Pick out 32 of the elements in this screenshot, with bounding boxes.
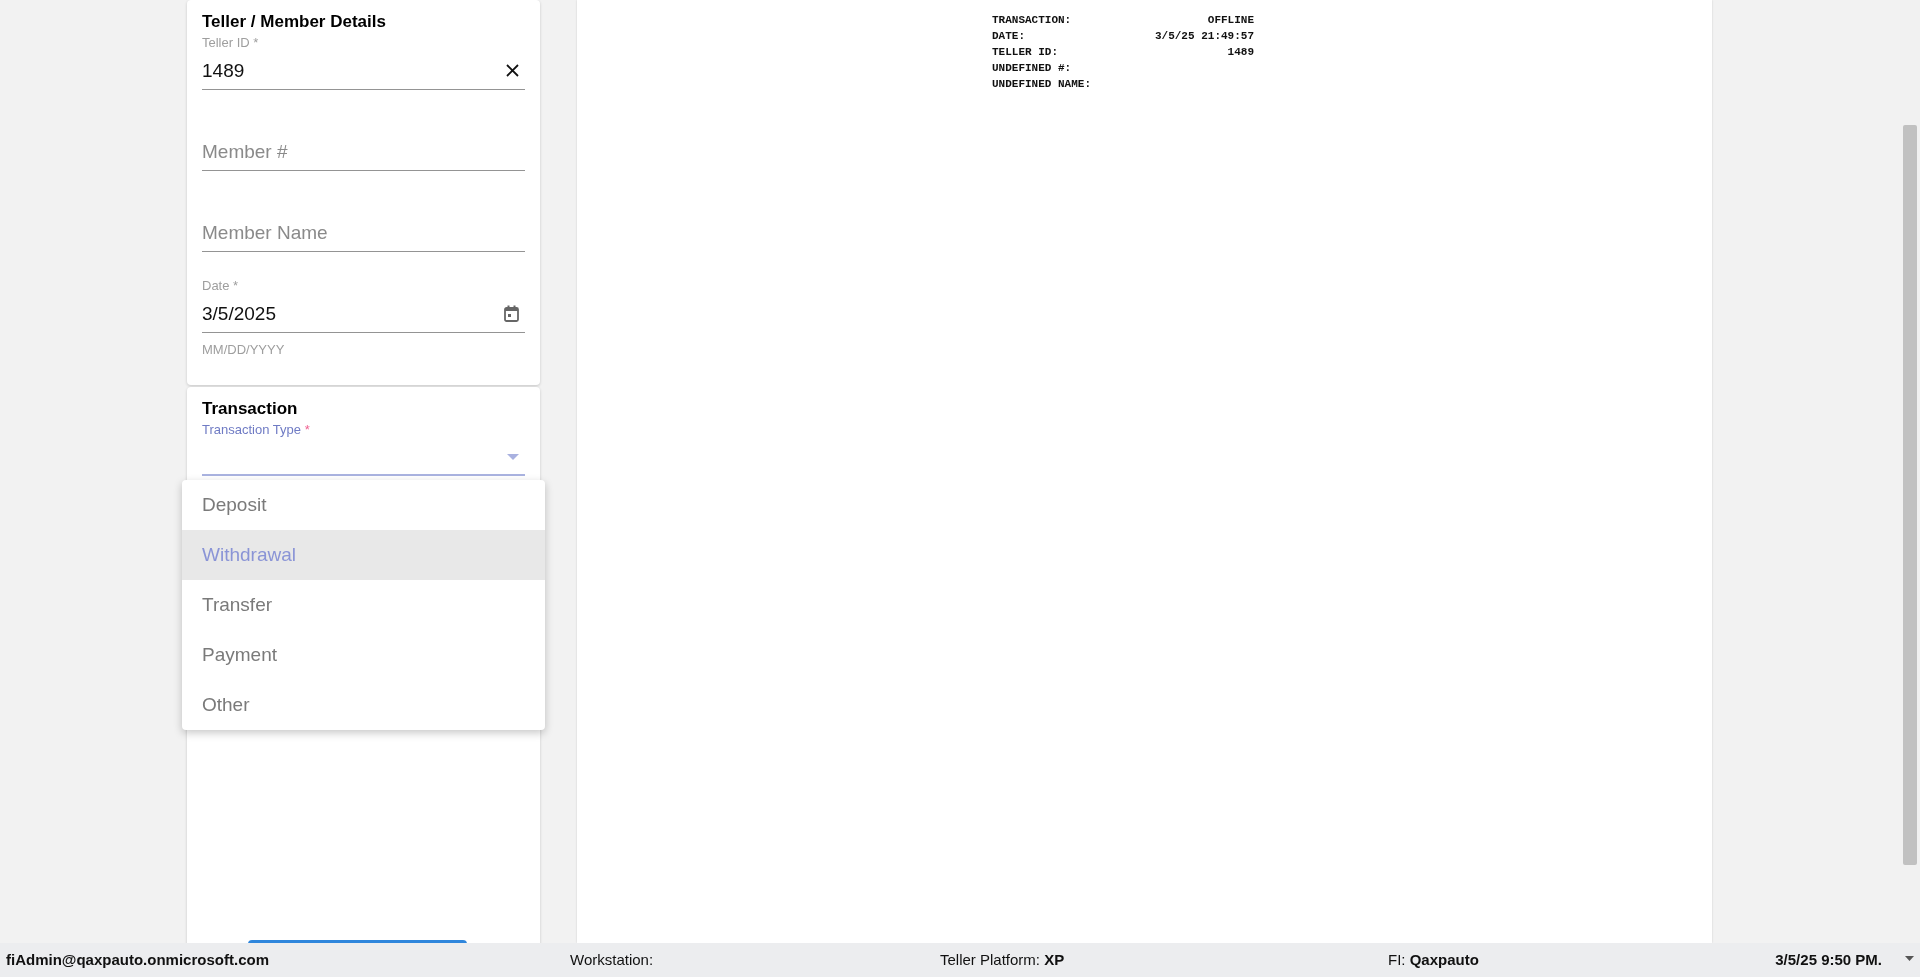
field-label: Date *	[202, 278, 239, 293]
receipt-label: DATE:	[992, 29, 1025, 44]
menu-item[interactable]: Withdrawal	[182, 530, 545, 580]
platform-label: Teller Platform: XP	[940, 951, 1065, 968]
input-field[interactable]: 1489	[202, 52, 525, 90]
receipt-value: OFFLINE	[1207, 13, 1254, 28]
input-field[interactable]: Member Name	[202, 214, 525, 252]
input-field[interactable]: 3/5/2025	[202, 295, 525, 333]
menu-item[interactable]: Payment	[182, 630, 545, 680]
card-title: Teller / Member Details	[202, 11, 386, 33]
field-label: Transaction Type *	[202, 422, 310, 437]
receipt-label: UNDEFINED NAME:	[992, 77, 1092, 92]
workstation-label: Workstation:	[570, 951, 654, 968]
helper-text: MM/DD/YYYY	[202, 342, 285, 357]
fi-label: FI: Qaxpauto	[1388, 951, 1479, 968]
receipt-label: UNDEFINED #:	[992, 61, 1072, 76]
field-label: Teller ID *	[202, 35, 259, 50]
receipt-label: TELLER ID:	[992, 45, 1058, 60]
menu-item[interactable]: Transfer	[182, 580, 545, 630]
receipt-value: 3/5/25 21:49:57	[1154, 29, 1254, 44]
card-title: Transaction	[202, 398, 298, 420]
menu-item[interactable]: Deposit	[182, 480, 545, 530]
menu-item[interactable]: Other	[182, 680, 545, 730]
input-field[interactable]: Member #	[202, 133, 525, 171]
field-value: 3/5/2025	[202, 301, 276, 326]
field-placeholder: Member Name	[202, 220, 328, 245]
date-time: 3/5/25 9:50 PM.	[1775, 951, 1882, 968]
receipt-label: TRANSACTION:	[992, 13, 1072, 28]
field-placeholder: Member #	[202, 139, 288, 164]
receipt-value: 1489	[1227, 45, 1254, 60]
field-value: 1489	[202, 58, 245, 83]
user-email: fiAdmin@qaxpauto.onmicrosoft.com	[6, 951, 269, 968]
